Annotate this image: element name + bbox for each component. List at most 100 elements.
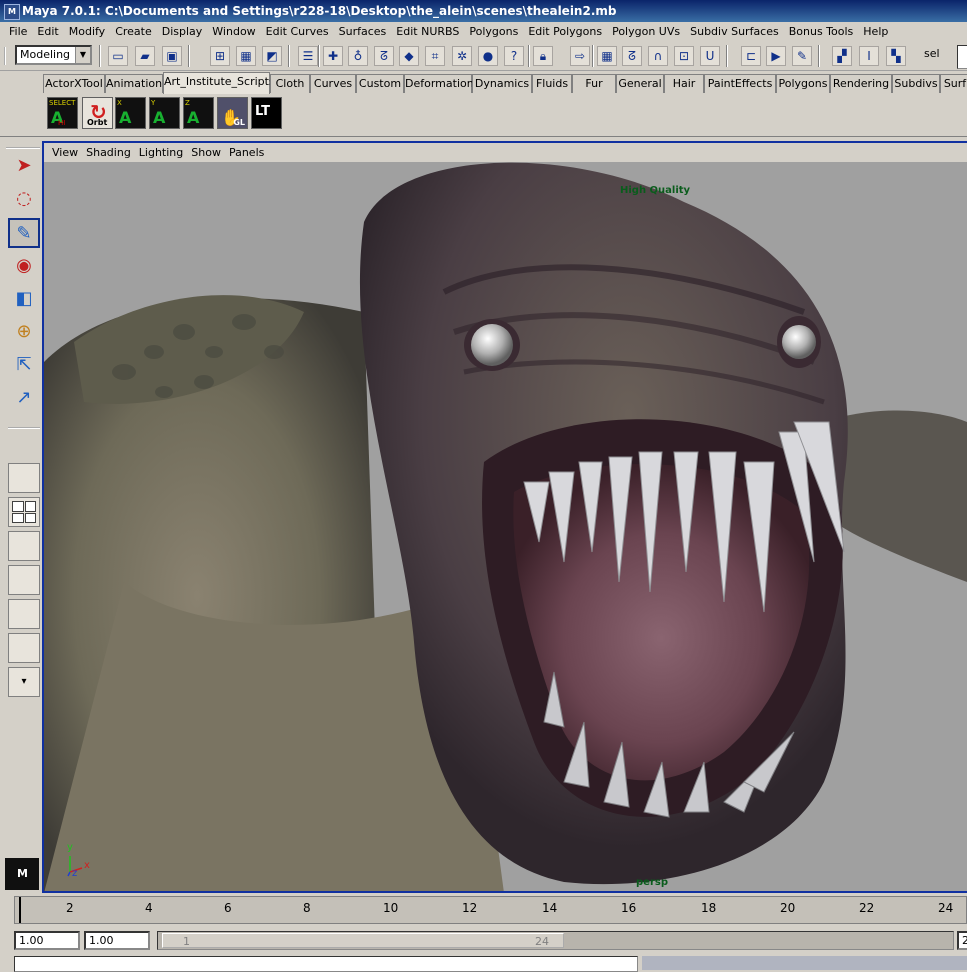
render-globals-icon[interactable]: ▚ (886, 46, 906, 66)
menu-edit-curves[interactable]: Edit Curves (261, 25, 334, 38)
layout-more-chevron-down-icon[interactable]: ▾ (8, 667, 40, 697)
panel-menu-view[interactable]: View (48, 146, 82, 159)
layout-persp-graph-icon[interactable] (8, 565, 40, 595)
shelf-button-x-align[interactable]: X A (115, 97, 146, 129)
shelf-button-gl[interactable]: ✋ GL (217, 97, 248, 129)
shelf-button-orbit[interactable]: ↻ Orbt (82, 97, 113, 129)
snap-view-plane-icon[interactable]: ◆ (399, 46, 419, 66)
menu-display[interactable]: Display (157, 25, 208, 38)
panel-menu-lighting[interactable]: Lighting (135, 146, 187, 159)
input-line-icon[interactable]: ⊏ (741, 46, 761, 66)
playback-end-field[interactable]: 2 (957, 931, 967, 950)
shelf-tab-art-institute-scripts[interactable]: Art_Institute_Scripts (163, 72, 275, 94)
universal-manipulator-icon[interactable]: ⇱ (8, 351, 40, 381)
menu-polygon-uvs[interactable]: Polygon UVs (607, 25, 685, 38)
paint-select-tool-icon[interactable]: ✎ (8, 218, 40, 248)
rotate-tool-icon[interactable]: ◧ (8, 285, 40, 315)
make-live-icon[interactable]: ⌗ (425, 46, 445, 66)
curve-tool-icon[interactable]: ᘔ (622, 46, 642, 66)
menu-create[interactable]: Create (110, 25, 157, 38)
shelf-tab-subdivs[interactable]: Subdivs (892, 74, 940, 93)
shelf-button-z-align[interactable]: Z A (183, 97, 214, 129)
snap-grid-icon[interactable]: ✚ (323, 46, 343, 66)
show-manipulator-icon[interactable]: ↗ (8, 384, 40, 414)
scale-tool-icon[interactable]: ⊕ (8, 318, 40, 348)
history-icon[interactable]: ✲ (452, 46, 472, 66)
selection-mask-icon[interactable]: ☰ (298, 46, 318, 66)
sphere-icon[interactable]: ● (478, 46, 498, 66)
shelf-tab-fluids[interactable]: Fluids (532, 74, 572, 93)
snap-point-icon[interactable]: ᘔ (374, 46, 394, 66)
magnet-icon[interactable]: ∩ (648, 46, 668, 66)
menu-bonus-tools[interactable]: Bonus Tools (784, 25, 859, 38)
status-line-grip[interactable] (4, 47, 12, 65)
menu-edit[interactable]: Edit (32, 25, 63, 38)
panel-menu-shading[interactable]: Shading (82, 146, 135, 159)
shelf-tab-dynamics[interactable]: Dynamics (472, 74, 532, 93)
selection-field[interactable] (957, 45, 967, 69)
new-scene-icon[interactable]: ▭ (108, 46, 128, 66)
menu-subdiv-surfaces[interactable]: Subdiv Surfaces (685, 25, 784, 38)
lasso-tool-icon[interactable]: ◌ (8, 185, 40, 215)
ipr-render-icon[interactable]: I (859, 46, 879, 66)
playback-start-field[interactable]: 1.00 (84, 931, 150, 950)
current-frame-marker[interactable] (19, 897, 21, 923)
menu-edit-polygons[interactable]: Edit Polygons (523, 25, 607, 38)
shelf-tab-general[interactable]: General (616, 74, 664, 93)
menu-edit-nurbs[interactable]: Edit NURBS (391, 25, 464, 38)
menu-modify[interactable]: Modify (64, 25, 110, 38)
layout-single-perspective-icon[interactable] (8, 463, 40, 493)
shelf-tab-deformation[interactable]: Deformation (404, 74, 474, 93)
shelf-tab-surf[interactable]: Surf (940, 74, 967, 93)
panel-menu-panels[interactable]: Panels (225, 146, 268, 159)
menu-surfaces[interactable]: Surfaces (334, 25, 392, 38)
menu-set-dropdown[interactable]: Modeling ▼ (15, 45, 92, 65)
range-slider-handle[interactable]: 1 24 (162, 933, 564, 948)
input-ops-icon[interactable]: ⇨ (570, 46, 590, 66)
shelf-tab-polygons[interactable]: Polygons (776, 74, 830, 93)
move-tool-icon[interactable]: ◉ (8, 252, 40, 282)
shelf-tab-animation[interactable]: Animation (105, 74, 163, 93)
shelf-tab-custom[interactable]: Custom (356, 74, 404, 93)
layout-persp-trax-icon[interactable] (8, 633, 40, 663)
render-icon[interactable]: ▞ (832, 46, 852, 66)
menu-window[interactable]: Window (207, 25, 260, 38)
snap-curve-icon[interactable]: ♁ (348, 46, 368, 66)
surface-icon[interactable]: ⊡ (674, 46, 694, 66)
magnet-snap-icon[interactable]: U (700, 46, 720, 66)
shelf-tab-fur[interactable]: Fur (572, 74, 616, 93)
help-icon[interactable]: ? (504, 46, 524, 66)
shelf-tab-rendering[interactable]: Rendering (830, 74, 892, 93)
maya-app-icon[interactable]: M (4, 4, 20, 20)
open-scene-icon[interactable]: ▰ (135, 46, 155, 66)
select-object-icon[interactable]: ▦ (236, 46, 256, 66)
perspective-viewport[interactable]: High Quality persp y x z (44, 162, 967, 891)
select-hierarchy-icon[interactable]: ⊞ (210, 46, 230, 66)
arrow-right-icon[interactable]: ▶ (766, 46, 786, 66)
range-slider-track[interactable]: 1 24 (157, 931, 954, 950)
shelf-button-lt[interactable]: LT (251, 97, 282, 129)
shelf-tab-actorxtool[interactable]: ActorXTool (43, 74, 105, 93)
layout-hypershade-icon[interactable] (8, 599, 40, 629)
grid-icon[interactable]: ▦ (597, 46, 617, 66)
shelf-button-select-hierarchy[interactable]: SELECT A HI (47, 97, 78, 129)
lock-icon[interactable]: 🔒︎ (533, 46, 553, 66)
shelf-tab-curves[interactable]: Curves (310, 74, 356, 93)
layout-four-view-icon[interactable] (8, 497, 40, 527)
menu-help[interactable]: Help (858, 25, 893, 38)
chevron-down-icon[interactable]: ▼ (75, 47, 90, 63)
select-component-icon[interactable]: ◩ (262, 46, 282, 66)
menu-polygons[interactable]: Polygons (464, 25, 523, 38)
menu-file[interactable]: File (4, 25, 32, 38)
construction-history-icon[interactable]: ✎ (792, 46, 812, 66)
time-slider[interactable]: 2 4 6 8 10 12 14 16 18 20 22 24 (0, 893, 967, 928)
maya-logo-icon[interactable]: M (5, 858, 39, 890)
shelf-tab-cloth[interactable]: Cloth (270, 74, 310, 93)
shelf-tab-hair[interactable]: Hair (664, 74, 704, 93)
shelf-button-y-align[interactable]: Y A (149, 97, 180, 129)
start-time-field[interactable]: 1.00 (14, 931, 80, 950)
panel-menu-show[interactable]: Show (187, 146, 225, 159)
time-ruler[interactable]: 2 4 6 8 10 12 14 16 18 20 22 24 (14, 896, 967, 924)
save-scene-icon[interactable]: ▣ (162, 46, 182, 66)
layout-outliner-persp-icon[interactable] (8, 531, 40, 561)
